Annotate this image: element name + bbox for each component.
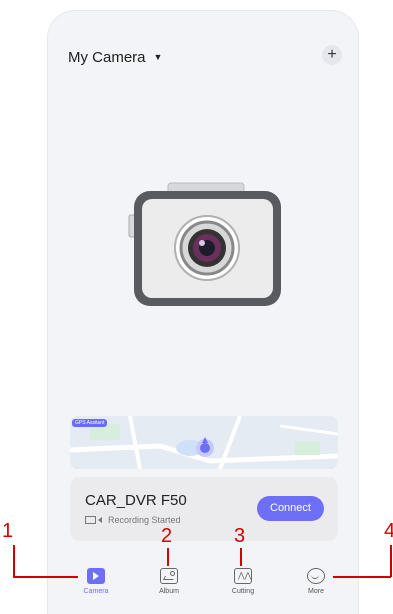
more-icon [307, 568, 325, 584]
annotation-number-2: 2 [161, 525, 173, 547]
tab-more[interactable]: More [291, 568, 341, 595]
callout-line-1-horizontal [13, 576, 78, 578]
connect-button[interactable]: Connect [257, 496, 324, 521]
tab-camera-label: Camera [83, 588, 109, 595]
recording-status: Recording Started [85, 515, 181, 525]
callout-line-3 [240, 548, 242, 566]
header: My Camera ▼ + [68, 45, 342, 69]
gps-map[interactable]: GPS Assitant [70, 416, 338, 469]
tab-cutting-label: Cutting [231, 588, 255, 595]
phone-frame: My Camera ▼ + GPS Assitant CAR_DVR F50 R… [47, 10, 359, 614]
callout-line-2 [167, 548, 169, 566]
camera-tab-icon [87, 568, 105, 584]
tab-album[interactable]: Album [144, 568, 194, 595]
tab-cutting[interactable]: ⋀⋀ Cutting [218, 568, 268, 595]
annotation-number-4: 4 [384, 520, 393, 542]
device-card[interactable]: CAR_DVR F50 Recording Started Connect [70, 477, 338, 541]
album-icon [160, 568, 178, 584]
callout-line-1-vertical [13, 545, 15, 577]
video-icon-lens [98, 517, 102, 523]
chevron-down-icon[interactable]: ▼ [154, 52, 163, 62]
gps-assistant-badge: GPS Assitant [72, 419, 108, 427]
annotation-number-3: 3 [234, 525, 246, 547]
add-device-button[interactable]: + [322, 45, 342, 65]
callout-line-4-horizontal [333, 576, 391, 578]
device-name: CAR_DVR F50 [85, 492, 187, 509]
tab-album-label: Album [159, 588, 179, 595]
location-pin-icon [196, 437, 214, 457]
page-title[interactable]: My Camera [68, 49, 146, 66]
camera-illustration [126, 181, 286, 311]
recording-status-label: Recording Started [108, 515, 181, 525]
cutting-icon: ⋀⋀ [234, 568, 252, 584]
annotation-number-1: 1 [2, 520, 14, 542]
tab-more-label: More [308, 588, 324, 595]
tab-camera[interactable]: Camera [71, 568, 121, 595]
callout-line-4-vertical [390, 545, 392, 577]
video-icon [85, 516, 96, 524]
tab-bar: Camera Album ⋀⋀ Cutting More [48, 551, 358, 614]
